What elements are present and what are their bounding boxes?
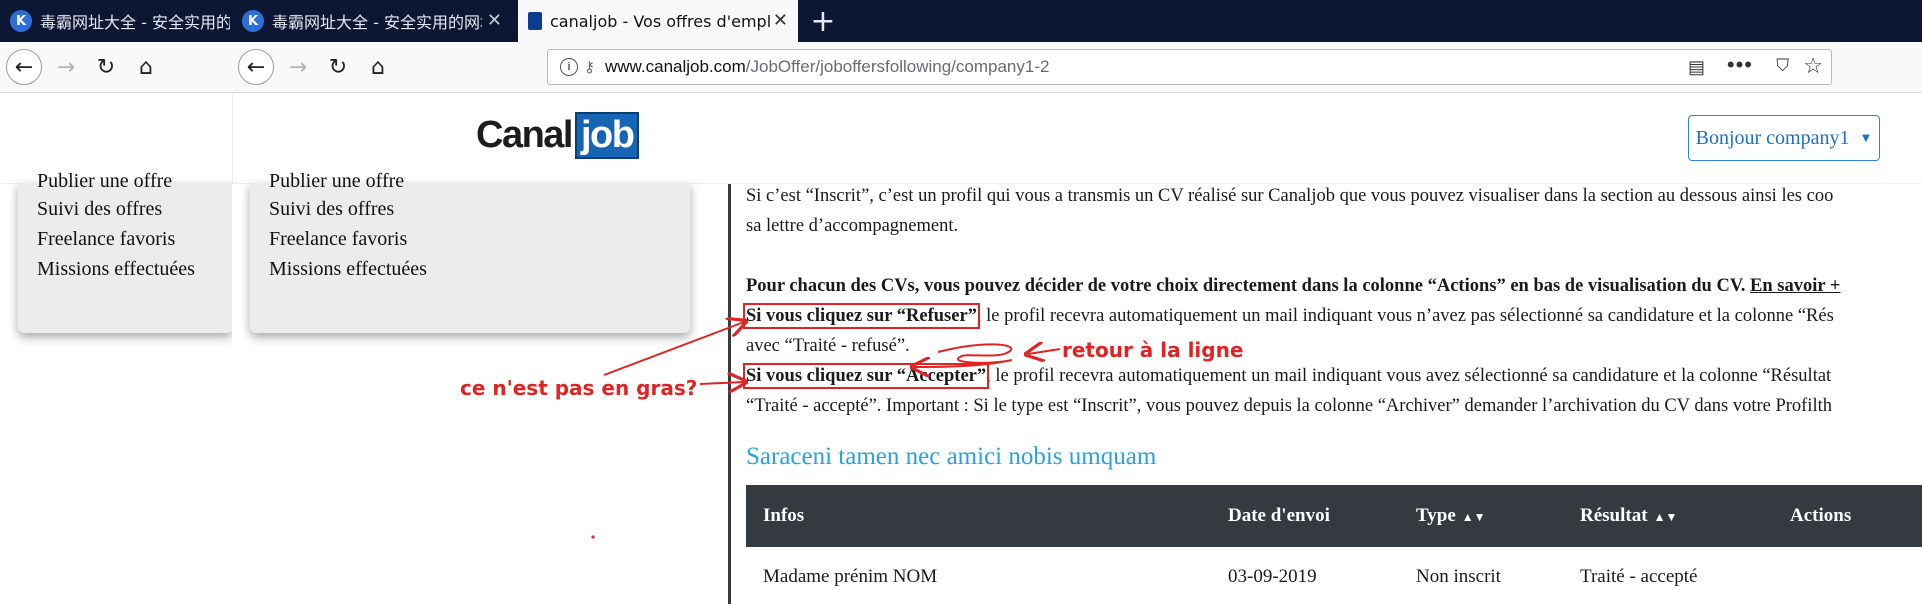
arrow-to-refuser [603, 322, 744, 376]
squiggle-retour [914, 343, 1013, 367]
arrow-retour [1028, 349, 1061, 354]
arrow-to-accepter [699, 382, 744, 384]
annotation-arrows [591, 0, 1061, 539]
stray-dot [591, 535, 595, 539]
